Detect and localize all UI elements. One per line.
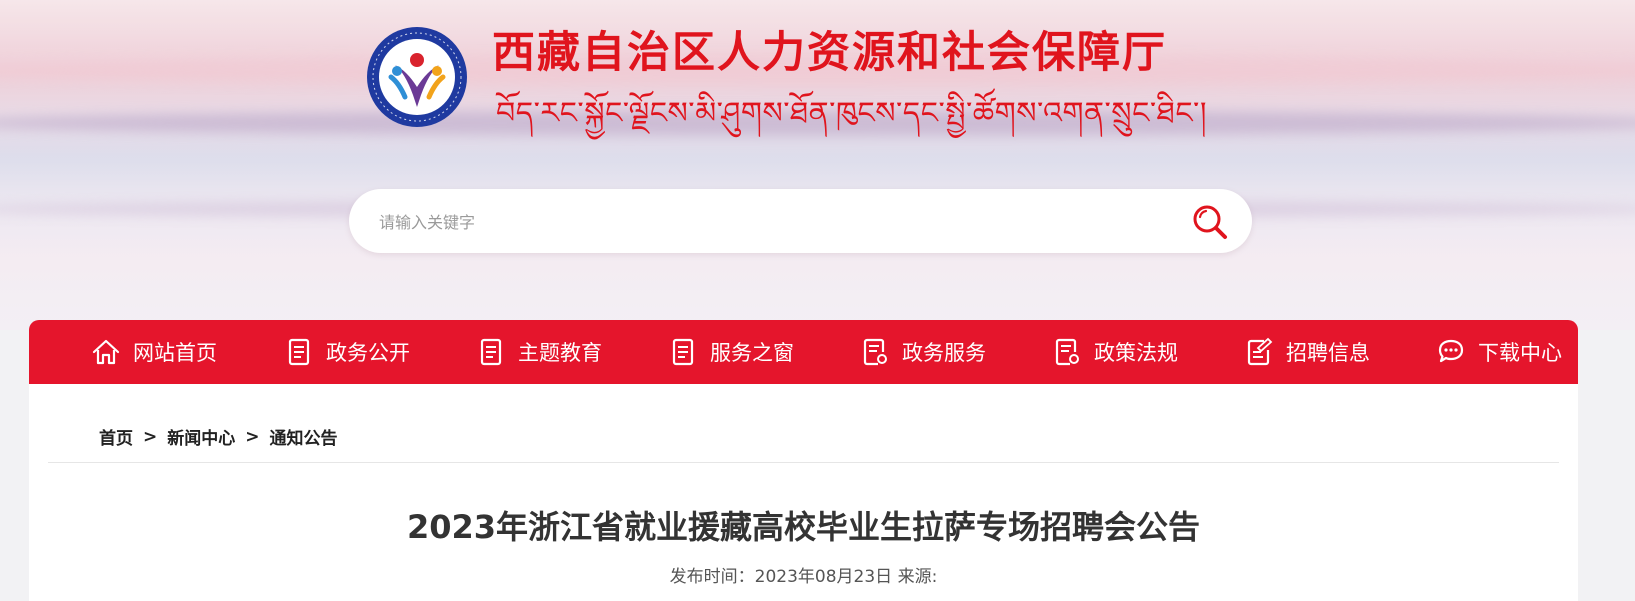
site-logo[interactable] [365,25,469,129]
nav-item-label: 政务公开 [326,341,410,365]
document-icon [288,338,310,366]
nav-item-label: 主题教育 [518,341,602,365]
search-input[interactable] [377,189,1181,255]
chat-icon [1438,339,1464,363]
nav-item-home[interactable]: 网站首页 [91,320,217,384]
nav-item-label: 服务之窗 [710,341,794,365]
breadcrumb: 首页 > 新闻中心 > 通知公告 [99,424,338,450]
nav-item-service-window[interactable]: 服务之窗 [668,320,794,384]
divider [48,462,1559,463]
document-icon [480,338,502,366]
site-title: 西藏自治区人力资源和社会保障厅 [492,28,1167,78]
main-content: 首页 > 新闻中心 > 通知公告 2023年浙江省就业援藏高校毕业生拉萨专场招聘… [29,384,1578,601]
edit-document-icon [1247,337,1273,366]
document-settings-icon [863,338,887,366]
header-banner: 西藏自治区人力资源和社会保障厅 བོད་རང་སྐྱོང་ལྗོངས་མི་ཤུ… [0,0,1635,330]
search-button[interactable] [1191,203,1229,241]
nav-item-theme-education[interactable]: 主题教育 [476,320,602,384]
site-subtitle-tibetan: བོད་རང་སྐྱོང་ལྗོངས་མི་ཤུགས་ཐོན་ཁུངས་དང་ས… [496,96,1208,131]
nav-item-government-services[interactable]: 政务服务 [860,320,986,384]
breadcrumb-news-center-link[interactable]: 新闻中心 [167,424,235,449]
nav-item-label: 政务服务 [902,341,986,365]
home-icon [92,339,120,365]
nav-item-public-affairs[interactable]: 政务公开 [284,320,410,384]
nav-item-label: 网站首页 [133,341,217,365]
article-meta: 发布时间：2023年08月23日 来源: [669,567,938,587]
search-bar [349,189,1252,255]
article-title: 2023年浙江省就业援藏高校毕业生拉萨专场招聘会公告 [406,508,1201,546]
nav-item-label: 招聘信息 [1286,341,1370,365]
document-settings-icon [1055,338,1079,366]
logo-emblem-icon [367,27,467,127]
breadcrumb-home-link[interactable]: 首页 [99,424,133,449]
breadcrumb-notices-link[interactable]: 通知公告 [270,424,338,449]
document-icon [672,338,694,366]
nav-item-label: 下载中心 [1478,341,1562,365]
nav-item-download-center[interactable]: 下载中心 [1436,320,1562,384]
nav-item-label: 政策法规 [1094,341,1178,365]
nav-item-policies[interactable]: 政策法规 [1052,320,1178,384]
main-nav: 网站首页 政务公开 主题教育 服务之窗 政务服务 政策法规 招聘信息 下载中心 [29,320,1578,384]
breadcrumb-separator: > [143,426,158,447]
search-icon [1193,205,1227,239]
breadcrumb-separator: > [245,426,260,447]
nav-item-recruitment[interactable]: 招聘信息 [1244,320,1370,384]
